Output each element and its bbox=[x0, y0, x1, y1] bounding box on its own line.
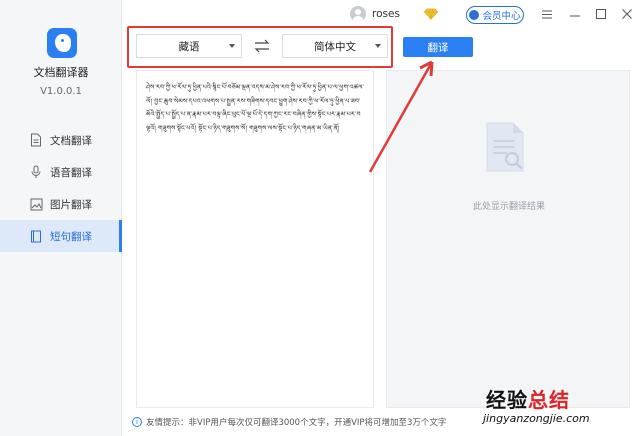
source-language-select[interactable]: 藏语 bbox=[136, 34, 242, 58]
watermark-part-1: 经验 bbox=[486, 388, 528, 412]
source-text-panel[interactable]: ཤེས་རབ་ཀྱི་ཕ་རོལ་ཏུ་ཕྱིན་པའི་སྙིང་པོ་བཅོ… bbox=[136, 70, 374, 408]
document-search-icon bbox=[486, 122, 524, 172]
menu-icon[interactable] bbox=[540, 6, 554, 22]
document-icon bbox=[28, 132, 44, 148]
sidebar-item-document[interactable]: 文档翻译 bbox=[0, 124, 122, 156]
title-bar: roses 会员中心 bbox=[122, 0, 640, 30]
sidebar: 文档翻译器 V1.0.0.1 文档翻译 语音翻译 图片翻译 短句翻译 bbox=[0, 0, 122, 436]
close-icon[interactable] bbox=[620, 6, 634, 22]
result-placeholder: 此处显示翻译结果 bbox=[472, 202, 545, 212]
sidebar-item-image[interactable]: 图片翻译 bbox=[0, 188, 122, 220]
username[interactable]: roses bbox=[372, 8, 400, 20]
watermark-part-2: 总结 bbox=[528, 388, 570, 412]
app-name: 文档翻译器 bbox=[33, 66, 89, 79]
result-panel: 此处显示翻译结果 bbox=[386, 70, 630, 408]
chevron-down-icon bbox=[229, 44, 235, 48]
swap-arrows-icon[interactable] bbox=[253, 38, 271, 54]
target-language-select[interactable]: 简体中文 bbox=[282, 34, 388, 58]
microphone-icon bbox=[28, 164, 44, 180]
image-icon bbox=[28, 196, 44, 212]
sidebar-item-voice[interactable]: 语音翻译 bbox=[0, 156, 122, 188]
avatar[interactable] bbox=[350, 6, 366, 22]
vip-center-label: 会员中心 bbox=[482, 11, 521, 22]
app-version: V1.0.0.1 bbox=[40, 86, 82, 97]
source-language-value: 藏语 bbox=[178, 40, 200, 53]
vip-center-button[interactable]: 会员中心 bbox=[466, 6, 524, 24]
watermark-url: jingyanzongjie.com bbox=[483, 412, 590, 425]
sidebar-item-sentence[interactable]: 短句翻译 bbox=[0, 220, 122, 252]
sidebar-item-label: 语音翻译 bbox=[50, 166, 92, 179]
sidebar-item-label: 图片翻译 bbox=[50, 198, 92, 211]
sidebar-nav: 文档翻译 语音翻译 图片翻译 短句翻译 bbox=[0, 124, 122, 252]
chevron-down-icon bbox=[375, 44, 381, 48]
target-language-value: 简体中文 bbox=[314, 40, 356, 53]
footer-tip-text: 友情提示：非VIP用户每次仅可翻译3000个文字，开通VIP将可增加至3万个文字 bbox=[146, 418, 447, 428]
maximize-icon[interactable] bbox=[594, 6, 608, 22]
sidebar-item-label: 短句翻译 bbox=[50, 230, 92, 243]
watermark-title: 经验总结 bbox=[486, 384, 570, 413]
sidebar-item-label: 文档翻译 bbox=[50, 134, 92, 147]
translate-button[interactable]: 翻译 bbox=[403, 37, 473, 57]
info-icon: i bbox=[132, 417, 142, 427]
source-text[interactable]: ཤེས་རབ་ཀྱི་ཕ་རོལ་ཏུ་ཕྱིན་པའི་སྙིང་པོ་བཅོ… bbox=[146, 81, 368, 135]
vip-crown-icon bbox=[469, 10, 480, 20]
app-logo-icon bbox=[47, 28, 77, 58]
minimize-icon[interactable] bbox=[568, 6, 582, 22]
diamond-icon[interactable] bbox=[424, 8, 438, 20]
book-icon bbox=[28, 228, 44, 244]
